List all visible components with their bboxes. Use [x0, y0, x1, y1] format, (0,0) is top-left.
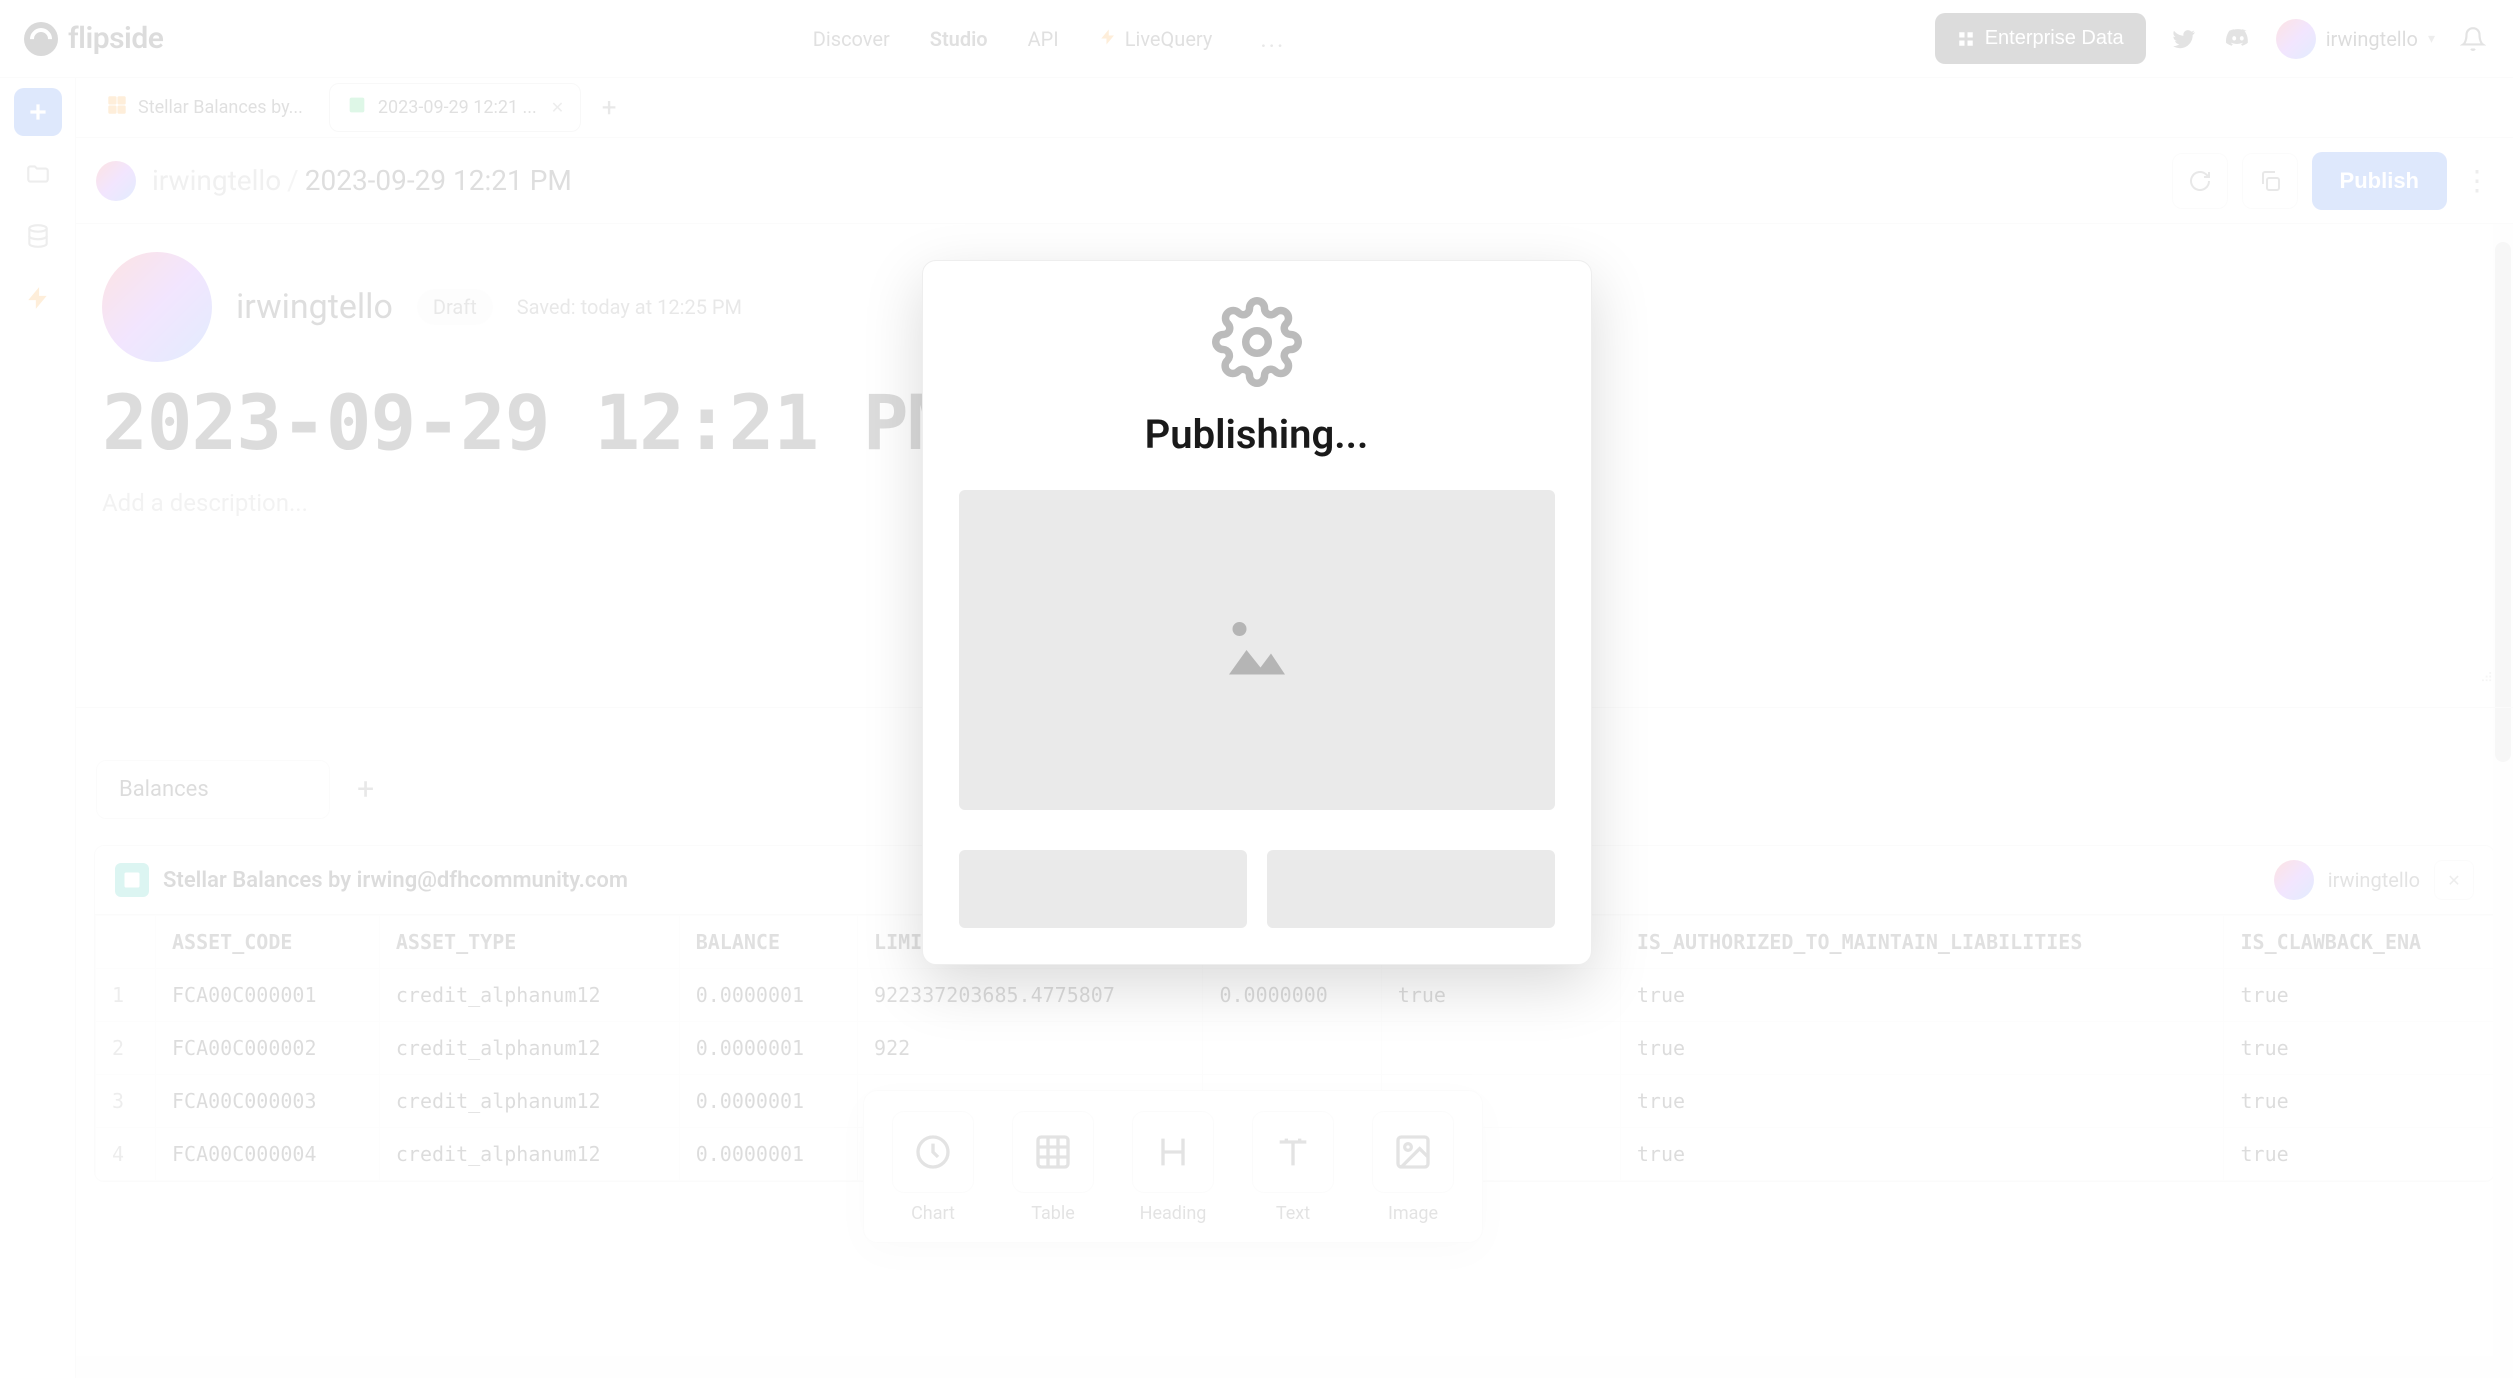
modal-overlay[interactable]: Publishing...	[0, 0, 2513, 1378]
skeleton-bar	[959, 850, 1247, 928]
skeleton-bar	[1267, 850, 1555, 928]
modal-skeleton-bars	[959, 850, 1555, 928]
modal-title: Publishing...	[959, 411, 1555, 458]
gear-icon	[1212, 297, 1302, 387]
modal-image-placeholder	[959, 490, 1555, 810]
publishing-modal: Publishing...	[922, 260, 1592, 965]
